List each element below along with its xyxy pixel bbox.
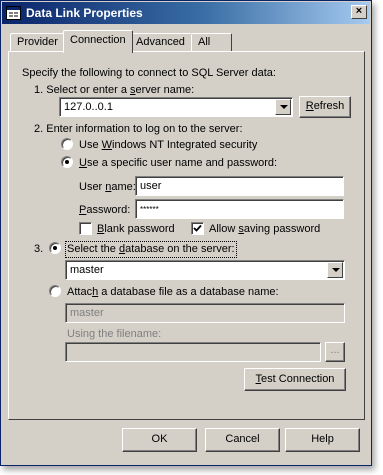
password-label: Password: (79, 204, 131, 216)
blank-password-label[interactable]: Blank password (97, 223, 175, 236)
browse-button[interactable]: ... (325, 342, 345, 362)
tab-all[interactable]: All (191, 33, 232, 52)
intro-text: Specify the following to connect to SQL … (22, 67, 276, 79)
data-link-properties-window: Data Link Properties × Provider Connecti… (0, 0, 372, 466)
ok-button[interactable]: OK (122, 428, 197, 452)
step3-number: 3. (34, 243, 44, 255)
using-filename-label: Using the filename: (67, 328, 162, 340)
close-button[interactable]: × (351, 5, 367, 19)
test-connection-button[interactable]: Test Connection (244, 368, 346, 391)
blank-password-checkbox[interactable] (79, 222, 92, 235)
username-input[interactable]: user (135, 176, 344, 196)
tab-provider[interactable]: Provider (10, 33, 65, 52)
attach-database-name-input[interactable]: master (65, 303, 345, 323)
server-dropdown-button[interactable] (275, 99, 291, 115)
username-label: User name: (79, 181, 136, 193)
password-value: ****** (140, 205, 159, 214)
windows-security-radio[interactable] (61, 138, 73, 150)
database-dropdown-button[interactable] (327, 262, 343, 278)
chevron-down-icon (332, 268, 340, 272)
filename-input[interactable] (65, 342, 321, 362)
tab-label: All (198, 36, 211, 48)
password-input[interactable]: ****** (135, 199, 344, 219)
attach-database-label[interactable]: Attach a database file as a database nam… (67, 286, 279, 299)
tab-advanced[interactable]: Advanced (129, 33, 192, 52)
help-button[interactable]: Help (285, 428, 360, 452)
connection-tab-panel: Specify the following to connect to SQL … (8, 51, 365, 420)
username-value: user (140, 180, 162, 192)
browse-label: ... (330, 344, 340, 356)
allow-saving-password-label[interactable]: Allow saving password (209, 223, 320, 236)
select-database-label[interactable]: Select the database on the server: (65, 241, 237, 258)
database-value: master (70, 264, 104, 276)
attach-database-name-value: master (70, 307, 104, 319)
chevron-down-icon (280, 105, 288, 109)
window-title: Data Link Properties (26, 6, 143, 20)
select-database-radio[interactable] (49, 242, 61, 254)
title-bar[interactable]: Data Link Properties × (2, 2, 370, 24)
tab-label: Connection (70, 34, 126, 46)
allow-saving-password-checkbox[interactable] (191, 222, 204, 235)
logon-info-label: 2. Enter information to log on to the se… (34, 123, 243, 135)
tab-connection[interactable]: Connection (63, 30, 133, 53)
server-name-value: 127.0..0.1 (64, 101, 113, 113)
tab-label: Provider (17, 36, 58, 48)
attach-database-radio[interactable] (49, 285, 61, 297)
checkmark-icon (193, 224, 202, 232)
database-select[interactable]: master (65, 260, 345, 280)
data-link-icon (6, 6, 21, 20)
cancel-button[interactable]: Cancel (205, 428, 280, 452)
server-name-combo[interactable]: 127.0..0.1 (59, 97, 293, 117)
specific-user-radio[interactable] (61, 156, 73, 168)
windows-security-label[interactable]: Use Windows NT Integrated security (79, 139, 257, 152)
close-icon: × (355, 5, 363, 17)
server-name-label: 1. Select or enter a server name: (34, 84, 195, 96)
specific-user-label[interactable]: Use a specific user name and password: (79, 157, 277, 170)
refresh-button[interactable]: Refresh (299, 96, 351, 118)
tab-label: Advanced (136, 36, 185, 48)
